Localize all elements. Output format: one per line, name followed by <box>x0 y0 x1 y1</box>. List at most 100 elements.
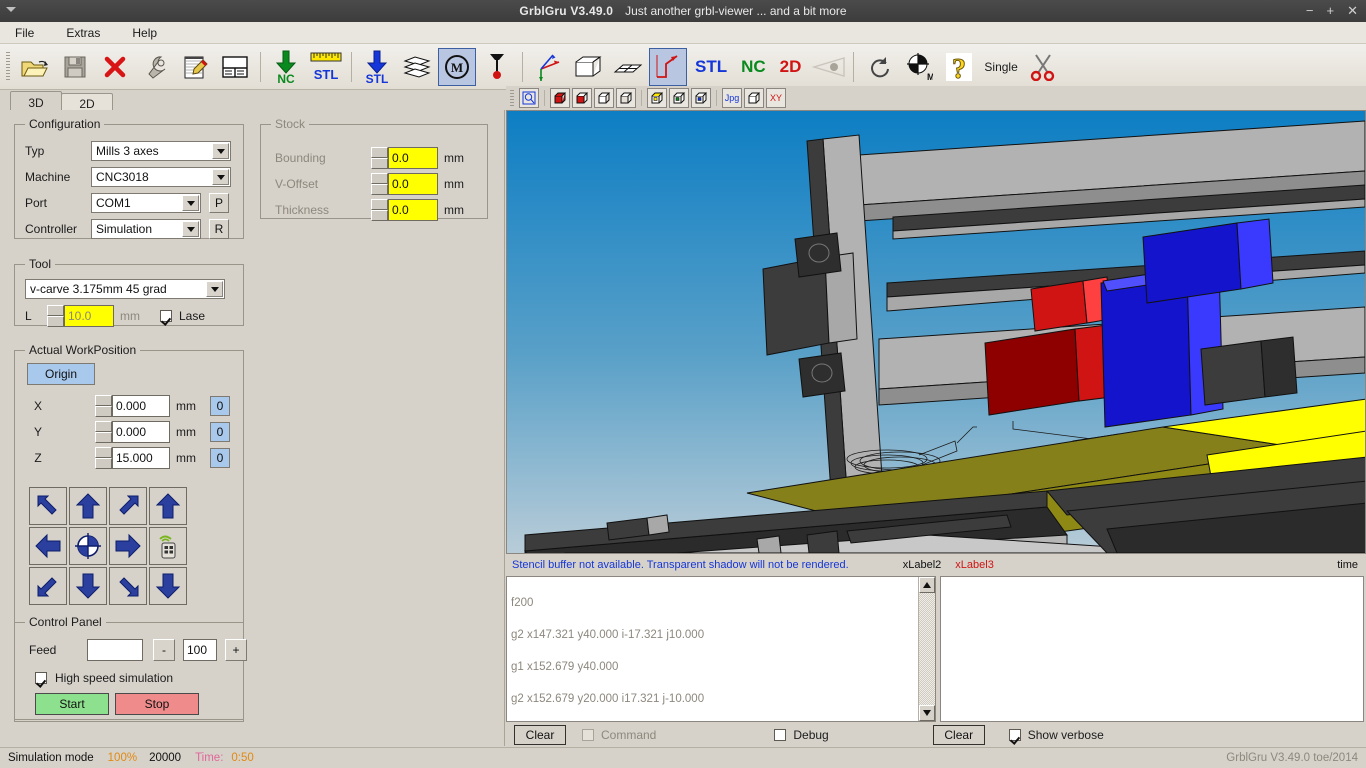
chevron-down-icon[interactable] <box>182 221 199 237</box>
thickness-field[interactable]: 0.0 <box>388 199 438 221</box>
window-menu-caret-icon[interactable] <box>6 7 16 12</box>
voffset-spinner[interactable] <box>371 173 388 195</box>
feed-input[interactable] <box>87 639 143 661</box>
jog-z-plus[interactable] <box>149 487 187 525</box>
axis-z-spinner[interactable] <box>95 447 112 469</box>
jog-z-minus[interactable] <box>149 567 187 605</box>
axis-z-field[interactable]: 15.000 <box>112 447 170 469</box>
start-button[interactable]: Start <box>35 693 109 715</box>
view-zoom-fit-icon[interactable] <box>519 88 539 108</box>
axis-y-spinner[interactable] <box>95 421 112 443</box>
view-top-yellow-icon[interactable] <box>647 88 667 108</box>
view-bottom-green-icon[interactable] <box>669 88 689 108</box>
machine-m-icon[interactable]: M <box>438 47 476 86</box>
tool-length-spinner[interactable] <box>47 305 64 327</box>
view-front-red-icon[interactable] <box>550 88 570 108</box>
jog-x-minus[interactable] <box>29 527 67 565</box>
grid-plane-icon[interactable] <box>609 48 647 86</box>
axis-coordinate-icon[interactable] <box>529 48 567 86</box>
jog-y-minus[interactable] <box>69 567 107 605</box>
high-speed-simulation-checkbox[interactable] <box>35 672 47 684</box>
tool-select[interactable]: v-carve 3.175mm 45 grad <box>25 279 225 299</box>
export-nc-icon[interactable]: NC <box>267 48 305 86</box>
menu-item-extras[interactable]: Extras <box>61 25 105 41</box>
axis-z-zero-button[interactable]: 0 <box>210 448 230 468</box>
export-jpg-icon[interactable]: Jpg <box>722 88 742 108</box>
3d-viewport-canvas[interactable] <box>506 110 1366 554</box>
close-button[interactable]: ✕ <box>1347 0 1358 22</box>
axis-y-field[interactable]: 0.000 <box>112 421 170 443</box>
toolbar-label-nc[interactable]: NC <box>735 57 772 77</box>
chevron-down-icon[interactable] <box>212 143 229 159</box>
view-xy-plane-icon[interactable]: XY <box>766 88 786 108</box>
chevron-down-icon[interactable] <box>212 169 229 185</box>
chevron-down-icon[interactable] <box>206 281 223 297</box>
bounding-field[interactable]: 0.0 <box>388 147 438 169</box>
tool-length-field[interactable]: 10.0 <box>64 305 114 327</box>
machine-origin-icon[interactable]: M <box>900 48 938 86</box>
close-delete-icon[interactable] <box>96 48 134 86</box>
scissors-cut-icon[interactable] <box>1024 48 1062 86</box>
gcode-console-scrollbar[interactable] <box>918 577 935 721</box>
save-file-icon[interactable] <box>56 48 94 86</box>
lase-checkbox[interactable] <box>160 310 172 322</box>
thickness-spinner[interactable] <box>371 199 388 221</box>
layout-window-icon[interactable] <box>216 48 254 86</box>
chevron-down-icon[interactable] <box>182 195 199 211</box>
controller-select[interactable]: Simulation <box>91 219 201 239</box>
controller-reset-button[interactable]: R <box>209 219 229 239</box>
help-question-icon[interactable]: ? <box>940 48 978 86</box>
log-console[interactable] <box>940 576 1364 722</box>
feed-override-field[interactable]: 100 <box>183 639 217 661</box>
show-verbose-checkbox[interactable] <box>1008 729 1021 741</box>
layers-icon[interactable] <box>398 48 436 86</box>
machine-select[interactable]: CNC3018 <box>91 167 231 187</box>
view-left-white-icon[interactable] <box>594 88 614 108</box>
toolpath-graph-icon[interactable] <box>649 47 687 86</box>
cube-wireframe-icon[interactable] <box>569 48 607 86</box>
axis-x-zero-button[interactable]: 0 <box>210 396 230 416</box>
bounding-spinner[interactable] <box>371 147 388 169</box>
jog-down-left[interactable] <box>29 567 67 605</box>
view-eye-icon[interactable] <box>809 48 847 86</box>
feed-minus-button[interactable]: - <box>153 639 175 661</box>
jog-up-right[interactable] <box>109 487 147 525</box>
axis-x-field[interactable]: 0.000 <box>112 395 170 417</box>
command-checkbox[interactable] <box>582 729 594 741</box>
import-stl-icon[interactable]: STL <box>358 48 396 86</box>
stop-button[interactable]: Stop <box>115 693 199 715</box>
gcode-console[interactable]: f200 g2 x147.321 y40.000 i-17.321 j10.00… <box>506 576 936 722</box>
settings-wrench-icon[interactable] <box>136 48 174 86</box>
toolbar-grip[interactable] <box>6 51 10 82</box>
jog-up-left[interactable] <box>29 487 67 525</box>
probe-tool-icon[interactable] <box>478 48 516 86</box>
typ-select[interactable]: Mills 3 axes <box>91 141 231 161</box>
port-config-button[interactable]: P <box>209 193 229 213</box>
clear-log-button[interactable]: Clear <box>932 725 985 745</box>
menu-item-help[interactable]: Help <box>127 25 162 41</box>
jog-remote-control[interactable] <box>149 527 187 565</box>
debug-checkbox[interactable] <box>774 729 787 741</box>
origin-button[interactable]: Origin <box>27 363 95 385</box>
axis-x-spinner[interactable] <box>95 395 112 417</box>
view-iso-blue-icon[interactable] <box>691 88 711 108</box>
scroll-up-icon[interactable] <box>919 577 935 593</box>
voffset-field[interactable]: 0.0 <box>388 173 438 195</box>
measure-stl-icon[interactable]: STL <box>307 48 345 86</box>
jog-down-right[interactable] <box>109 567 147 605</box>
feed-plus-button[interactable]: + <box>225 639 247 661</box>
editor-notepad-icon[interactable] <box>176 48 214 86</box>
jog-home-center[interactable] <box>69 527 107 565</box>
view-perspective-icon[interactable] <box>744 88 764 108</box>
clear-gcode-button[interactable]: Clear <box>514 725 566 745</box>
jog-y-plus[interactable] <box>69 487 107 525</box>
toolbar-label-2d[interactable]: 2D <box>774 57 808 77</box>
reset-rotate-icon[interactable] <box>860 48 898 86</box>
view-back-red-icon[interactable] <box>572 88 592 108</box>
view-toolbar-grip[interactable] <box>510 90 514 106</box>
view-right-white-icon[interactable] <box>616 88 636 108</box>
menu-item-file[interactable]: File <box>10 25 39 41</box>
toolbar-label-single[interactable]: Single <box>980 60 1021 74</box>
open-file-icon[interactable] <box>16 48 54 86</box>
jog-x-plus[interactable] <box>109 527 147 565</box>
